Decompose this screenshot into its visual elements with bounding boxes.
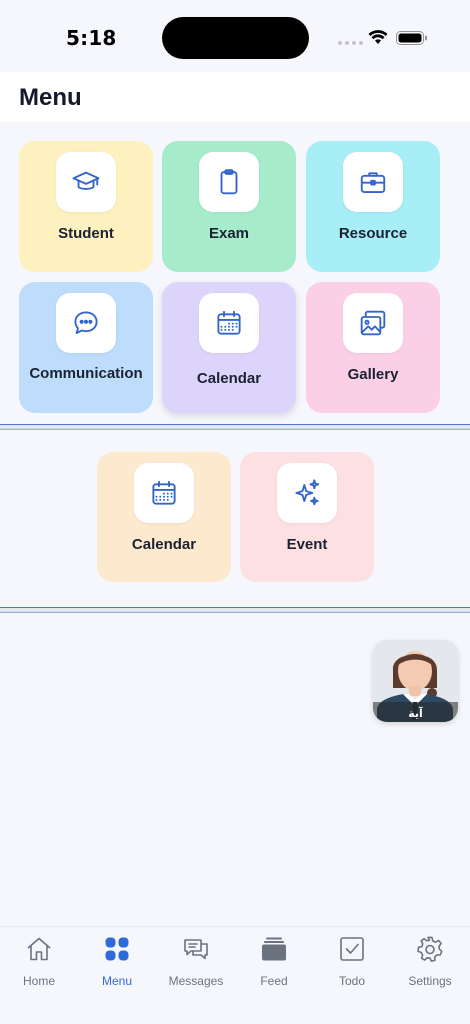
dynamic-island <box>162 17 309 59</box>
menu-tile-student[interactable]: Student <box>19 141 153 272</box>
tab-label: Todo <box>338 974 366 988</box>
tile-label: Resource <box>338 225 408 242</box>
menu-tile-calendar[interactable]: Calendar <box>162 282 296 413</box>
wifi-icon <box>368 30 388 44</box>
tab-menu[interactable]: Menu <box>78 935 156 991</box>
messages-icon <box>184 939 208 960</box>
page-title: Menu <box>19 84 82 111</box>
chat-bubble-icon <box>56 293 116 353</box>
signal-dot <box>359 41 363 45</box>
feed-icon <box>262 937 286 961</box>
tab-label: Settings <box>408 974 452 988</box>
grid-icon <box>105 937 129 961</box>
menu-tile-communication[interactable]: Communication <box>19 282 153 413</box>
calendar-icon <box>199 293 259 353</box>
tab-label: Feed <box>260 974 288 988</box>
menu-tile-resource[interactable]: Resource <box>306 141 440 272</box>
tab-todo[interactable]: Todo <box>313 935 391 991</box>
status-icons <box>336 29 436 47</box>
tile-label: Calendar <box>131 536 197 553</box>
signal-dot <box>345 41 349 45</box>
menu-tile-calendar-secondary[interactable]: Calendar <box>97 452 231 582</box>
tile-label: Student <box>58 225 114 242</box>
menu-tile-gallery[interactable]: Gallery <box>306 282 440 413</box>
sparkles-icon <box>277 463 337 523</box>
avatar-name: آية <box>408 707 423 720</box>
menu-tile-event[interactable]: Event <box>240 452 374 582</box>
signal-dot <box>352 41 356 45</box>
tab-bar: Home Menu Messages Feed Todo Settings <box>0 926 470 1024</box>
tile-label: Calendar <box>196 370 262 387</box>
gallery-icon <box>343 293 403 353</box>
tile-label: Event <box>286 536 328 553</box>
gear-icon <box>417 936 443 962</box>
tab-settings[interactable]: Settings <box>391 935 469 991</box>
checkbox-icon <box>340 937 364 961</box>
tab-messages[interactable]: Messages <box>157 935 235 991</box>
tile-label: Gallery <box>347 366 399 383</box>
calendar-icon <box>134 463 194 523</box>
tab-home[interactable]: Home <box>0 935 78 991</box>
status-time: 5:18 <box>66 26 117 50</box>
menu-tile-exam[interactable]: Exam <box>162 141 296 272</box>
tab-label: Home <box>22 974 55 988</box>
section-divider <box>0 424 470 430</box>
status-bar: 5:18 <box>0 0 470 72</box>
clipboard-icon <box>199 152 259 212</box>
tab-label: Menu <box>101 974 133 988</box>
tab-feed[interactable]: Feed <box>235 935 313 991</box>
briefcase-icon <box>343 152 403 212</box>
header: Menu <box>0 72 470 122</box>
tile-label: Communication <box>29 365 143 382</box>
avatar[interactable]: آية <box>373 640 458 722</box>
section-divider <box>0 607 470 613</box>
battery-icon <box>396 31 427 45</box>
tab-label: Messages <box>168 974 224 988</box>
graduation-cap-icon <box>56 152 116 212</box>
signal-dot <box>338 41 342 45</box>
home-icon <box>27 937 51 961</box>
tile-label: Exam <box>208 225 250 242</box>
